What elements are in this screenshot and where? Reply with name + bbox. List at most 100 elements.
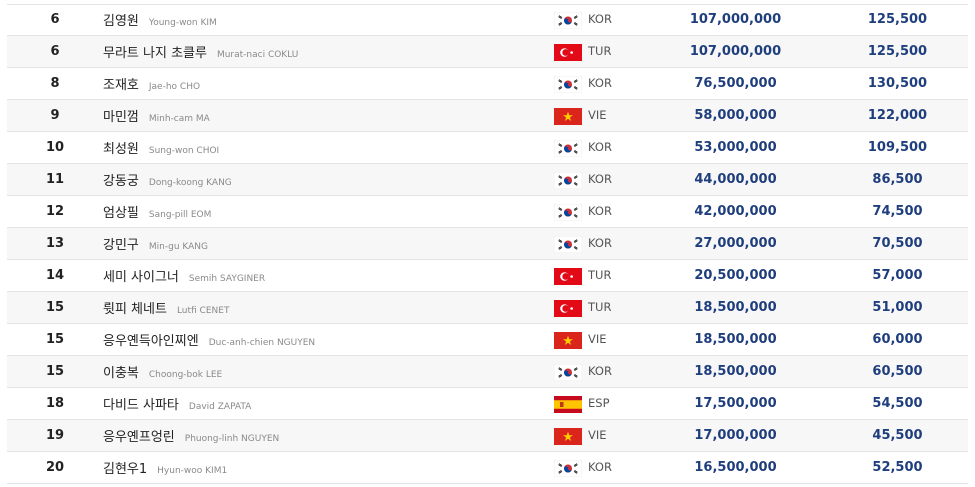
player-korean-name[interactable]: 무라트 나지 초클루: [103, 46, 207, 61]
ranking-points-cell: 86,500: [872, 172, 923, 187]
player-english-name: Young-won KIM: [148, 18, 217, 28]
ranking-points-cell: 45,500: [872, 428, 923, 443]
country-code: KOR: [588, 236, 612, 250]
country-code: KOR: [588, 76, 612, 90]
player-english-name: Lutfi CENET: [176, 306, 230, 316]
rank-cell: 20: [45, 460, 65, 475]
player-english-name: Duc-anh-chien NGUYEN: [208, 338, 316, 348]
player-name-cell: 다비드 사파타 David ZAPATA: [103, 388, 251, 423]
country-code: KOR: [588, 12, 612, 26]
player-korean-name[interactable]: 마민껌: [103, 110, 139, 125]
player-korean-name[interactable]: 강민구: [103, 238, 139, 253]
flag-turkey-icon: [554, 268, 582, 285]
ranking-points-cell: 60,000: [872, 332, 923, 347]
flag-turkey-icon: [554, 300, 582, 317]
player-english-name: Minh-cam MA: [148, 114, 210, 124]
table-row: 11 강동궁 Dong-koong KANG KOR 44,000,000 86,500: [7, 164, 968, 196]
player-korean-name[interactable]: 엄상필: [103, 206, 139, 221]
ranking-points-cell: 52,500: [872, 460, 923, 475]
rank-cell: 9: [50, 108, 60, 123]
table-row: 6 무라트 나지 초클루 Murat-naci COKLU TUR 107,000,00…: [7, 36, 968, 68]
prize-money-cell: 58,000,000: [694, 108, 777, 123]
ranking-points-cell: 54,500: [872, 396, 923, 411]
ranking-points-cell: 51,000: [872, 300, 923, 315]
table-row: 15 륏피 체네트 Lutfi CENET TUR 18,500,000 51,000: [7, 292, 968, 324]
ranking-points-cell: 74,500: [872, 204, 923, 219]
rank-cell: 15: [45, 364, 65, 379]
prize-money-cell: 76,500,000: [694, 76, 777, 91]
table-row: 18 다비드 사파타 David ZAPATA ESP 17,500,000 54,500: [7, 388, 968, 420]
country-code: KOR: [588, 204, 612, 218]
prize-money-cell: 17,000,000: [694, 428, 777, 443]
player-korean-name[interactable]: 강동궁: [103, 174, 139, 189]
player-name-cell: 조재호 Jae-ho CHO: [103, 68, 200, 103]
table-row: 15 이충복 Choong-bok LEE KOR 18,500,000 60,500: [7, 356, 968, 388]
player-korean-name[interactable]: 다비드 사파타: [103, 398, 179, 413]
prize-money-cell: 44,000,000: [694, 172, 777, 187]
player-korean-name[interactable]: 조재호: [103, 78, 139, 93]
ranking-points-cell: 125,500: [867, 44, 928, 59]
table-row: 13 강민구 Min-gu KANG KOR 27,000,000 70,500: [7, 228, 968, 260]
prize-money-cell: 42,000,000: [694, 204, 777, 219]
flag-korea-icon: [553, 203, 583, 222]
prize-money-cell: 27,000,000: [694, 236, 777, 251]
prize-money-cell: 18,500,000: [694, 364, 777, 379]
table-row: 14 세미 사이그너 Semih SAYGINER TUR 20,500,000 57,0…: [7, 260, 968, 292]
country-code: VIE: [588, 428, 607, 442]
rank-cell: 15: [45, 300, 65, 315]
rank-cell: 12: [45, 204, 65, 219]
player-korean-name[interactable]: 륏피 체네트: [103, 302, 167, 317]
player-name-cell: 엄상필 Sang-pill EOM: [103, 196, 211, 231]
player-name-cell: 세미 사이그너 Semih SAYGINER: [103, 260, 265, 295]
table-row: 12 엄상필 Sang-pill EOM KOR 42,000,000 74,500: [7, 196, 968, 228]
player-korean-name[interactable]: 김현우1: [103, 462, 147, 477]
flag-korea-icon: [553, 235, 583, 254]
player-korean-name[interactable]: 최성원: [103, 142, 139, 157]
prize-money-cell: 18,500,000: [694, 332, 777, 347]
country-code: TUR: [588, 44, 612, 58]
flag-korea-icon: [553, 75, 583, 94]
player-name-cell: 륏피 체네트 Lutfi CENET: [103, 292, 229, 327]
flag-vietnam-icon: [554, 332, 582, 349]
rank-cell: 8: [50, 76, 60, 91]
player-korean-name[interactable]: 응우옌득아인찌엔: [103, 334, 199, 349]
player-korean-name[interactable]: 이충복: [103, 366, 139, 381]
flag-korea-icon: [553, 459, 583, 478]
player-korean-name[interactable]: 응우옌프엉린: [103, 430, 175, 445]
player-english-name: Dong-koong KANG: [148, 178, 232, 188]
player-korean-name[interactable]: 세미 사이그너: [103, 270, 179, 285]
player-english-name: David ZAPATA: [188, 402, 252, 412]
rank-cell: 10: [45, 140, 65, 155]
player-name-cell: 강민구 Min-gu KANG: [103, 228, 208, 263]
rank-cell: 15: [45, 332, 65, 347]
player-english-name: Hyun-woo KIM1: [157, 466, 228, 476]
player-korean-name[interactable]: 김영원: [103, 14, 139, 29]
player-name-cell: 김영원 Young-won KIM: [103, 4, 217, 39]
player-name-cell: 김현우1 Hyun-woo KIM1: [103, 452, 227, 487]
ranking-points-cell: 60,500: [872, 364, 923, 379]
player-english-name: Min-gu KANG: [148, 242, 208, 252]
rank-cell: 11: [45, 172, 65, 187]
flag-turkey-icon: [554, 44, 582, 61]
player-english-name: Sang-pill EOM: [148, 210, 212, 220]
prize-money-cell: 20,500,000: [694, 268, 777, 283]
ranking-points-cell: 130,500: [867, 76, 928, 91]
ranking-points-cell: 125,500: [867, 12, 928, 27]
prize-money-cell: 17,500,000: [694, 396, 777, 411]
country-code: VIE: [588, 332, 607, 346]
rank-cell: 19: [45, 428, 65, 443]
flag-korea-icon: [553, 139, 583, 158]
country-code: TUR: [588, 300, 612, 314]
table-row: 9 마민껌 Minh-cam MA VIE 58,000,000 122,000: [7, 100, 968, 132]
ranking-points-cell: 109,500: [867, 140, 928, 155]
rank-cell: 6: [50, 12, 60, 27]
country-code: KOR: [588, 364, 612, 378]
player-english-name: Jae-ho CHO: [148, 82, 201, 92]
rank-cell: 6: [50, 44, 60, 59]
player-name-cell: 강동궁 Dong-koong KANG: [103, 164, 232, 199]
player-name-cell: 응우옌득아인찌엔 Duc-anh-chien NGUYEN: [103, 324, 315, 359]
country-code: KOR: [588, 140, 612, 154]
prize-money-cell: 107,000,000: [689, 12, 782, 27]
table-row: 15 응우옌득아인찌엔 Duc-anh-chien NGUYEN VIE 18,500,…: [7, 324, 968, 356]
flag-vietnam-icon: [554, 108, 582, 125]
